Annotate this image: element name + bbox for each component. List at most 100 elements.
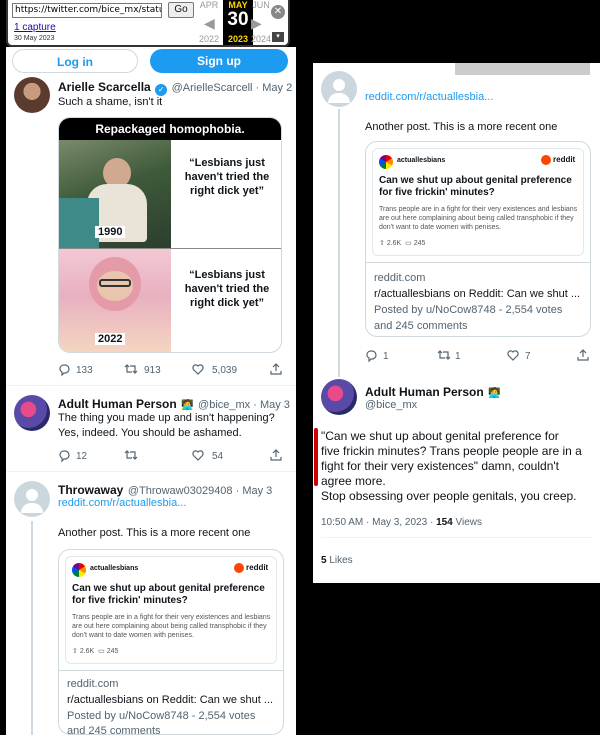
upvote-icon: ⇧ [379,240,385,247]
main-tweet-line: fight for their very existences" damn, c… [321,459,559,473]
reddit-brand: reddit [246,563,269,572]
red-highlight-mark [314,428,318,486]
wayback-toolbar: https://twitter.com/bice_mx/status/16 Go… [6,0,290,47]
card-title: r/actuallesbians on Reddit: Can we shut … [374,288,581,300]
tweet-actions: 1 1 7 [365,349,591,365]
thread-line [31,521,33,735]
comment-count: 245 [106,648,119,655]
chevron-down-icon[interactable]: ▾ [272,32,284,42]
meme-quote-2: “Lesbians just haven't tried the right d… [184,269,270,309]
comment-icon: ▭ [405,240,412,247]
retweet-icon[interactable] [124,363,138,378]
avatar[interactable] [14,395,50,431]
avatar[interactable] [321,379,357,415]
timestamp-text[interactable]: 10:50 AM · May 3, 2023 · [321,517,436,528]
reply-icon[interactable] [365,349,377,364]
tweet-text: Such a shame, isn't it [58,96,163,108]
vote-count-row: ⇧ 2.6K ▭ 245 [379,239,425,247]
divider [6,471,296,472]
cropped-header-strip [455,63,590,75]
comment-icon: ▭ [98,648,105,655]
post-title: Can we shut up about genital preference … [72,583,265,606]
tweet-text: Another post. This is a more recent one [365,121,558,133]
reddit-logo-icon [541,155,551,165]
meme-image[interactable]: Repackaged homophobia. 1990 “Lesbians ju… [58,117,282,353]
author-name[interactable]: Adult Human Person [58,397,177,411]
author-handle[interactable]: @ArielleScarcell · May 2 [172,82,293,94]
author-handle[interactable]: @bice_mx [365,399,417,411]
meme-photo-2022: 2022 [59,249,171,352]
year-label-2022: 2022 [95,333,126,345]
card-domain: reddit.com [374,272,426,284]
author-name[interactable]: Adult Human Person [365,385,484,399]
wayback-prev-month[interactable]: APR 2022 [194,0,224,44]
tweet-text-line-1: The thing you made up and isn't happenin… [58,412,275,424]
link-preview-card[interactable]: actuallesbians reddit Can we shut up abo… [58,549,284,735]
post-body: Trans people are in a fight for their ve… [379,206,578,231]
meme-photo-1990: 1990 [59,140,171,248]
avatar[interactable] [14,77,50,113]
reddit-preview: actuallesbians reddit Can we shut up abo… [65,556,277,664]
retweet-icon[interactable] [124,449,138,464]
link-preview-card[interactable]: actuallesbians reddit Can we shut up abo… [365,141,591,337]
share-icon[interactable] [270,363,282,378]
reply-icon[interactable] [58,449,70,464]
author-handle[interactable]: @bice_mx · May 3 [198,399,290,411]
wayback-url-input[interactable]: https://twitter.com/bice_mx/status/16 [12,3,162,18]
subreddit-name: actuallesbians [90,565,139,572]
avatar-default[interactable] [321,71,357,107]
main-tweet-line: agree more. [321,474,386,488]
likes-summary[interactable]: 5 Likes [321,555,353,566]
retweet-count: 1 [455,351,461,362]
wayback-go-button[interactable]: Go [168,2,194,18]
views-label: Views [452,517,483,528]
like-count: 7 [525,351,531,362]
main-tweet-text: "Can we shut up about genital preference… [321,429,597,504]
retweet-count: 913 [144,365,161,376]
subreddit-name: actuallesbians [397,157,446,164]
close-icon[interactable]: ✕ [271,5,285,19]
reply-count: 12 [76,451,88,462]
divider [6,385,296,386]
signup-button[interactable]: Sign up [150,49,288,73]
tweet-link[interactable]: reddit.com/r/actuallesbia... [365,91,493,103]
reddit-logo-icon [234,563,244,573]
tweet-timestamp: 10:50 AM · May 3, 2023 · 154 Views [321,517,482,528]
card-description: Posted by u/NoCow8748 - 2,554 votes [374,304,563,316]
tweet-actions: 12 54 [58,449,284,465]
retweet-icon[interactable] [437,349,451,364]
vote-count-row: ⇧ 2.6K ▭ 245 [72,647,118,655]
avatar-default[interactable] [14,481,50,517]
card-title: r/actuallesbians on Reddit: Can we shut … [67,694,274,706]
technologist-emoji-icon: 🧑‍💻 [181,400,194,411]
like-icon[interactable] [192,363,204,378]
reddit-brand: reddit [553,155,576,164]
author-name[interactable]: Arielle Scarcella [58,80,151,94]
wayback-captures-link[interactable]: 1 capture [14,22,56,33]
main-tweet-line: "Can we shut up about genital preference… [321,429,559,443]
reply-icon[interactable] [58,363,70,378]
reply-count: 1 [383,351,389,362]
wayback-capture-date: 30 May 2023 [14,35,55,42]
year-label-1990: 1990 [95,226,126,238]
comment-count: 245 [413,240,426,247]
share-icon[interactable] [577,349,589,364]
author-handle[interactable]: @Throwaw03029408 · May 3 [128,485,272,497]
author-name[interactable]: Throwaway [58,483,123,497]
login-button[interactable]: Log in [12,49,138,73]
vote-count: 2.6K [79,648,95,655]
card-domain: reddit.com [67,678,119,690]
like-count: 54 [212,451,224,462]
card-description-2: and 245 comments [374,320,468,332]
subreddit-icon [72,563,86,577]
tweet-link[interactable]: reddit.com/r/actuallesbia... [58,497,186,509]
like-icon[interactable] [507,349,519,364]
like-icon[interactable] [192,449,204,464]
divider [59,670,283,671]
like-count: 5,039 [212,365,238,376]
tweet-text: Another post. This is a more recent one [58,527,251,539]
meme-quote-1: “Lesbians just haven't tried the right d… [184,157,270,197]
tweet-text-line-2: Yes, indeed. You should be ashamed. [58,427,242,439]
card-description-2: and 245 comments [67,725,161,735]
share-icon[interactable] [270,449,282,464]
